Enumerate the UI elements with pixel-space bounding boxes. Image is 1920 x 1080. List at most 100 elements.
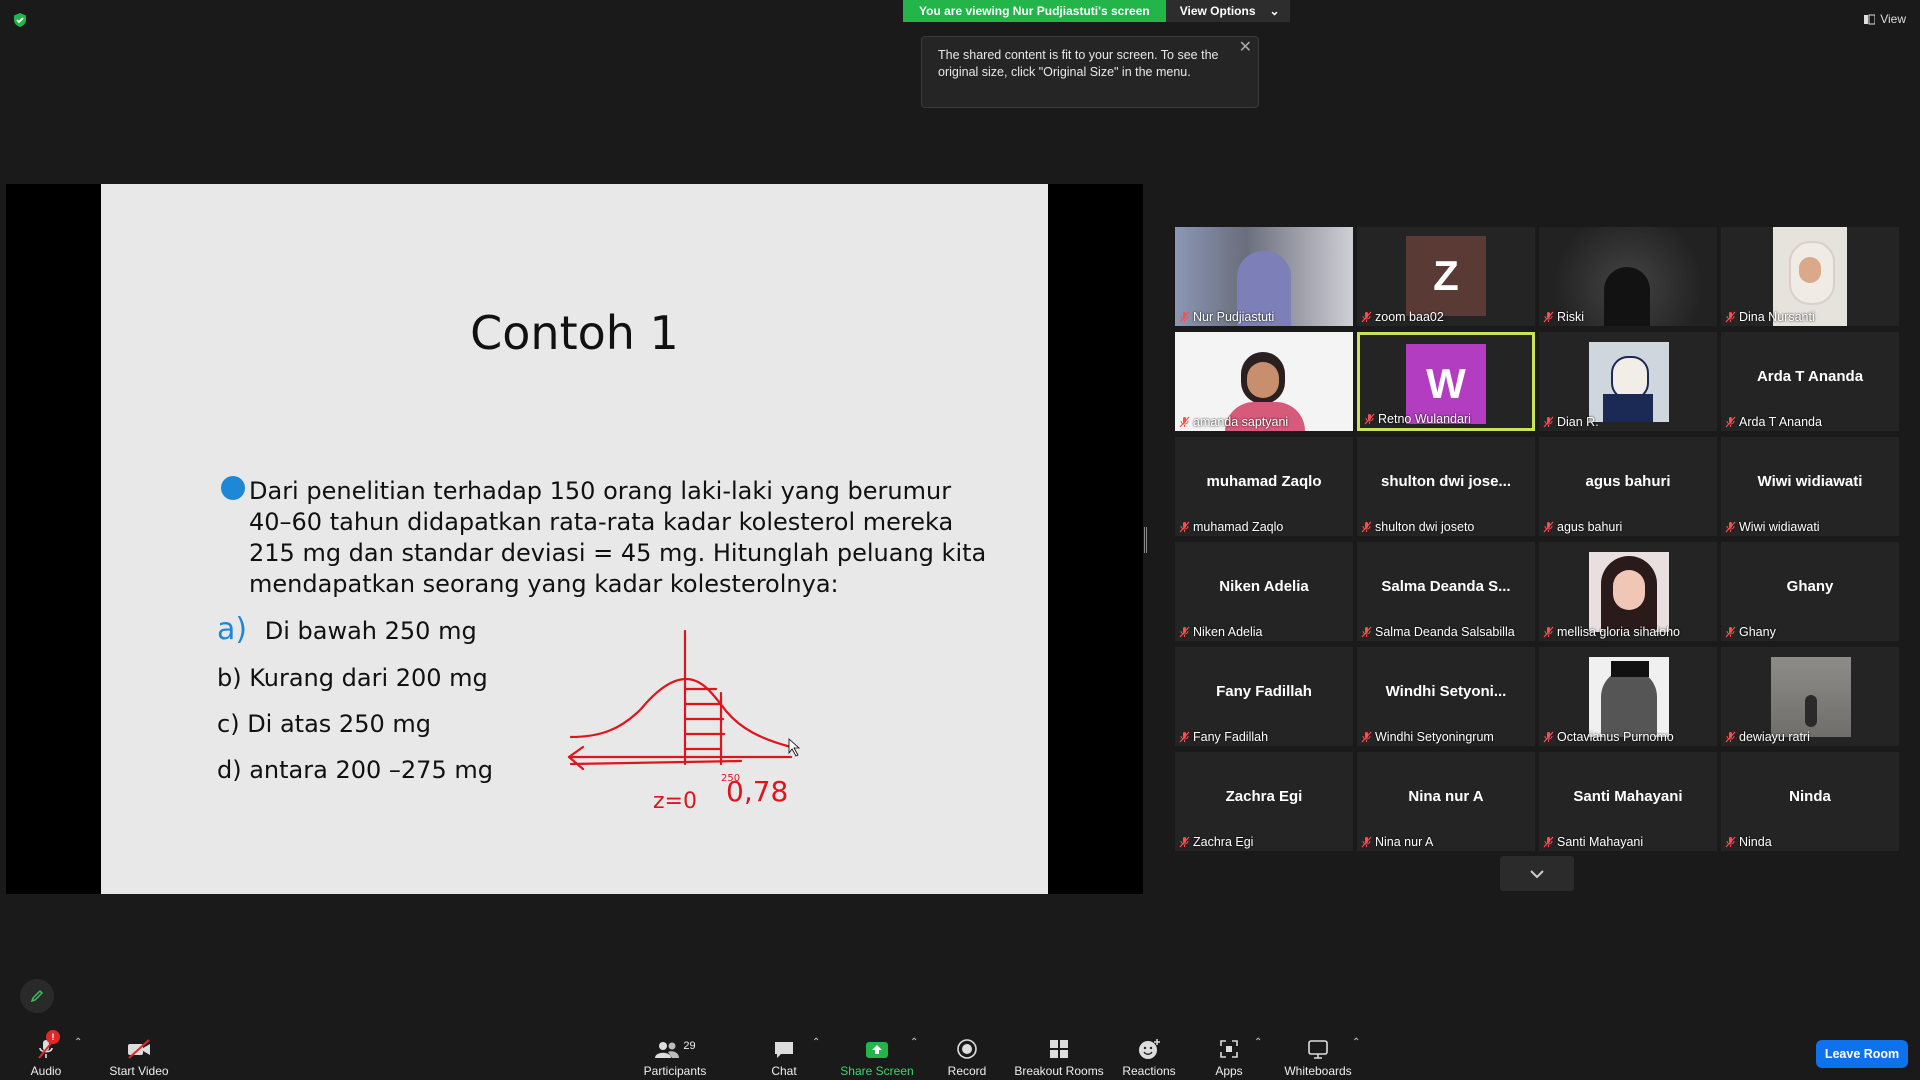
breakout-rooms-button[interactable]: Breakout Rooms — [1012, 1025, 1106, 1080]
reactions-button[interactable]: Reactions — [1122, 1025, 1176, 1080]
participant-name: Dian R. — [1557, 415, 1599, 429]
audio-options-caret[interactable]: ⌃ — [74, 1037, 82, 1048]
apps-button[interactable]: Apps — [1212, 1025, 1246, 1080]
leave-room-button[interactable]: Leave Room — [1816, 1040, 1908, 1068]
participant-tile[interactable]: Windhi Setyoni... Windhi Setyoningrum — [1357, 647, 1535, 746]
participant-tile[interactable]: Zachra Egi Zachra Egi — [1175, 752, 1353, 851]
participant-display-name: muhamad Zaqlo — [1206, 473, 1322, 490]
apps-options-caret[interactable]: ⌃ — [1254, 1037, 1262, 1048]
participant-display-name: shulton dwi jose... — [1380, 473, 1511, 490]
participant-name-label: zoom baa02 — [1361, 310, 1444, 324]
participant-tile[interactable]: Salma Deanda S... Salma Deanda Salsabilla — [1357, 542, 1535, 641]
view-options-button[interactable]: View Options ⌄ — [1165, 0, 1290, 22]
participant-name-label: agus bahuri — [1543, 520, 1622, 534]
muted-microphone-icon — [1179, 521, 1190, 533]
participant-display-name: Ghany — [1786, 578, 1834, 595]
participant-tile[interactable]: mellisa gloria sihaloho — [1539, 542, 1717, 641]
muted-microphone-icon — [1543, 626, 1554, 638]
chevron-down-icon: ⌄ — [1269, 4, 1280, 18]
participant-name: zoom baa02 — [1375, 310, 1444, 324]
muted-microphone-icon — [1543, 311, 1554, 323]
muted-microphone-icon — [1725, 416, 1736, 428]
participant-tile[interactable]: muhamad Zaqlo muhamad Zaqlo — [1175, 437, 1353, 536]
bullet-dot — [221, 476, 245, 500]
muted-microphone-icon — [1179, 626, 1190, 638]
muted-microphone-icon — [1361, 836, 1372, 848]
option-d: d) antara 200 –275 mg — [217, 756, 493, 784]
participant-tile[interactable]: agus bahuri agus bahuri — [1539, 437, 1717, 536]
chat-label: Chat — [771, 1064, 797, 1078]
participant-tile[interactable]: Zzoom baa02 — [1357, 227, 1535, 326]
participant-name-label: Nur Pudjiastuti — [1179, 310, 1274, 324]
next-page-button[interactable] — [1500, 856, 1574, 891]
participant-name-label: muhamad Zaqlo — [1179, 520, 1283, 534]
participant-name-label: shulton dwi joseto — [1361, 520, 1474, 534]
participant-name-label: Windhi Setyoningrum — [1361, 730, 1494, 744]
participant-tile[interactable]: shulton dwi jose... shulton dwi joseto — [1357, 437, 1535, 536]
participant-tile[interactable]: amanda saptyani — [1175, 332, 1353, 431]
participant-name-label: Fany Fadillah — [1179, 730, 1268, 744]
option-c: c) Di atas 250 mg — [217, 710, 431, 738]
close-icon[interactable]: ✕ — [1239, 39, 1252, 56]
muted-microphone-icon — [1725, 311, 1736, 323]
participants-button[interactable]: 29 Participants — [640, 1025, 710, 1080]
participant-name-label: Dian R. — [1543, 415, 1599, 429]
participant-tile[interactable]: Arda T Ananda Arda T Ananda — [1721, 332, 1899, 431]
chat-button[interactable]: Chat — [764, 1025, 804, 1080]
mouse-cursor-icon — [788, 738, 801, 757]
participant-display-name: Wiwi widiawati — [1757, 473, 1863, 490]
presentation-slide: Contoh 1 Dari penelitian terhadap 150 or… — [101, 184, 1048, 894]
participant-tile[interactable]: Ghany Ghany — [1721, 542, 1899, 641]
participant-name: Ninda — [1739, 835, 1772, 849]
participant-tile[interactable]: dewiayu ratri — [1721, 647, 1899, 746]
participant-tile[interactable]: Nina nur A Nina nur A — [1357, 752, 1535, 851]
share-screen-button[interactable]: Share Screen — [840, 1025, 914, 1080]
participant-tile[interactable]: Santi Mahayani Santi Mahayani — [1539, 752, 1717, 851]
breakout-rooms-icon — [1050, 1040, 1068, 1058]
participant-display-name: Zachra Egi — [1225, 788, 1303, 805]
problem-statement: Dari penelitian terhadap 150 orang laki-… — [249, 477, 987, 598]
participant-avatar: Z — [1406, 236, 1486, 316]
shared-screen[interactable]: Contoh 1 Dari penelitian terhadap 150 or… — [6, 184, 1143, 894]
participant-tile[interactable]: W Retno Wulandari — [1357, 332, 1535, 431]
view-button[interactable]: View — [1864, 12, 1906, 26]
participant-name-label: Ghany — [1725, 625, 1776, 639]
pencil-icon — [30, 989, 44, 1003]
option-a: a) Di bawah 250 mg — [217, 612, 477, 647]
reactions-label: Reactions — [1122, 1064, 1176, 1078]
participant-name: Wiwi widiawati — [1739, 520, 1820, 534]
annotate-button[interactable] — [20, 979, 54, 1013]
participant-tile[interactable]: Riski — [1539, 227, 1717, 326]
chat-options-caret[interactable]: ⌃ — [812, 1037, 820, 1048]
participant-tile[interactable]: Octavianus Purnomo — [1539, 647, 1717, 746]
whiteboards-button[interactable]: Whiteboards — [1282, 1025, 1354, 1080]
participant-tile[interactable]: Ninda Ninda — [1721, 752, 1899, 851]
muted-microphone-icon — [1543, 521, 1554, 533]
participant-tile[interactable]: Nur Pudjiastuti — [1175, 227, 1353, 326]
participant-tile[interactable]: Niken Adelia Niken Adelia — [1175, 542, 1353, 641]
whiteboard-icon — [1308, 1040, 1328, 1059]
participant-name: Riski — [1557, 310, 1585, 324]
share-options-caret[interactable]: ⌃ — [910, 1037, 918, 1048]
participant-name: Retno Wulandari — [1378, 412, 1471, 426]
participant-display-name: Ninda — [1789, 788, 1831, 805]
share-screen-icon — [866, 1042, 888, 1058]
participant-name: Salma Deanda Salsabilla — [1375, 625, 1515, 639]
participant-tile[interactable]: Fany Fadillah Fany Fadillah — [1175, 647, 1353, 746]
participant-tile[interactable]: Wiwi widiawati Wiwi widiawati — [1721, 437, 1899, 536]
participant-tile[interactable]: Dina Nursanti — [1721, 227, 1899, 326]
option-b: b) Kurang dari 200 mg — [217, 664, 488, 692]
muted-microphone-icon — [1179, 836, 1190, 848]
participant-name-label: Nina nur A — [1361, 835, 1433, 849]
security-shield-icon[interactable] — [12, 12, 28, 28]
annotation-z0: z=0 — [653, 789, 697, 814]
reactions-smiley-icon — [1139, 1039, 1160, 1059]
participant-name: muhamad Zaqlo — [1193, 520, 1284, 534]
participant-name: dewiayu ratri — [1739, 730, 1810, 744]
panel-resize-handle[interactable] — [1144, 527, 1147, 553]
participant-tile[interactable]: Dian R. — [1539, 332, 1717, 431]
whiteboards-options-caret[interactable]: ⌃ — [1352, 1037, 1360, 1048]
start-video-button[interactable]: Start Video — [104, 1025, 174, 1080]
apps-label: Apps — [1215, 1064, 1243, 1078]
record-button[interactable]: Record — [944, 1025, 990, 1080]
